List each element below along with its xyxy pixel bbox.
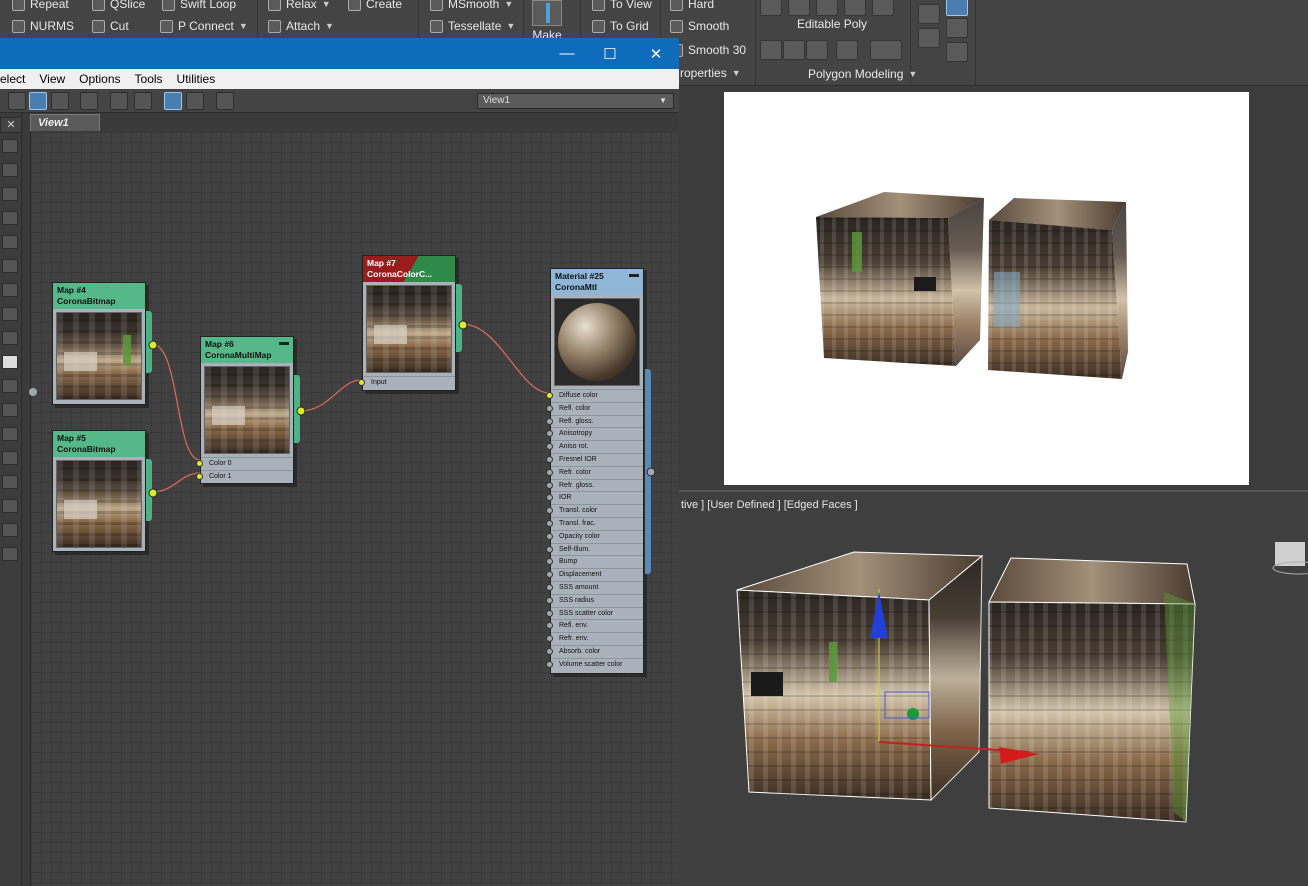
material-slot[interactable]: Fresnel IOR: [546, 452, 643, 466]
input-socket[interactable]: [546, 635, 553, 643]
slot-color-1[interactable]: Color 1: [196, 469, 293, 483]
input-socket[interactable]: [358, 379, 365, 386]
material-slot[interactable]: SSS scatter color: [546, 606, 643, 620]
border-mode-button[interactable]: [816, 0, 838, 16]
material-slot[interactable]: Self-Illum.: [546, 542, 643, 556]
render-frame: [724, 92, 1249, 485]
material-slot[interactable]: Transl. frac.: [546, 516, 643, 530]
polygon-modeling-dropdown[interactable]: Polygon Modeling ▼: [808, 67, 917, 81]
modeling-tool-2[interactable]: [783, 40, 805, 60]
input-socket[interactable]: [546, 494, 553, 502]
vertex-mode-button[interactable]: [760, 0, 782, 16]
input-socket[interactable]: [546, 507, 553, 515]
input-socket[interactable]: [546, 417, 553, 425]
input-socket[interactable]: [546, 455, 553, 463]
collapse-icon[interactable]: ▬: [629, 269, 639, 280]
material-slot[interactable]: SSS radius: [546, 593, 643, 607]
input-socket[interactable]: [546, 558, 553, 566]
editable-poly-label: Editable Poly: [797, 17, 868, 31]
multimap-thumbnail: [204, 366, 290, 454]
input-socket[interactable]: [546, 430, 553, 438]
input-socket[interactable]: [546, 596, 553, 604]
node-material25[interactable]: ▬ Material #25 CoronaMtl Diffuse color Re…: [546, 268, 651, 674]
material-slot[interactable]: Refr. env.: [546, 632, 643, 645]
material-slot[interactable]: Absorb. color: [546, 644, 643, 658]
material-slot[interactable]: Refl. gloss.: [546, 414, 643, 428]
input-socket[interactable]: [196, 460, 203, 467]
material-slot[interactable]: Aniso rot.: [546, 440, 643, 453]
node-map7[interactable]: Map #7 CoronaColorC... Input: [358, 255, 462, 391]
polygon-mode-button[interactable]: [844, 0, 866, 16]
input-socket[interactable]: [546, 609, 553, 617]
node-map4-header[interactable]: Map #4 CoronaBitmap: [53, 283, 145, 309]
node-map5[interactable]: Map #5 CoronaBitmap: [52, 430, 152, 552]
node-map6[interactable]: ▬ Map #6 CoronaMultiMap Color 0 Color 1: [196, 336, 300, 484]
input-socket[interactable]: [546, 583, 553, 591]
input-socket[interactable]: [546, 571, 553, 579]
chevron-down-icon: ▼: [731, 68, 741, 78]
node-material25-header[interactable]: ▬ Material #25 CoronaMtl: [551, 269, 643, 295]
input-socket[interactable]: [546, 545, 553, 553]
slot-color-0[interactable]: Color 0: [196, 457, 293, 470]
material-slots: Diffuse color Refl. color Refl. gloss. Anis…: [546, 389, 643, 671]
node-output-bar: [456, 284, 462, 352]
node-map5-header[interactable]: Map #5 CoronaBitmap: [53, 431, 145, 457]
side-tool-3[interactable]: [946, 0, 968, 16]
slot-input[interactable]: Input: [358, 376, 455, 389]
node-map4[interactable]: Map #4 CoronaBitmap: [52, 282, 152, 405]
material-slot[interactable]: Opacity color: [546, 529, 643, 543]
edge-mode-button[interactable]: [788, 0, 810, 16]
modeling-tool-4[interactable]: [836, 40, 858, 60]
input-socket[interactable]: [196, 472, 203, 480]
colorcorrect-thumbnail: [366, 285, 452, 373]
material-sphere: [558, 303, 636, 381]
input-socket[interactable]: [546, 532, 553, 540]
input-socket[interactable]: [546, 519, 553, 527]
material-slot[interactable]: Refl. color: [546, 401, 643, 415]
modeling-tool-5[interactable]: [870, 40, 902, 60]
material-slot[interactable]: Displacement: [546, 568, 643, 581]
node-map6-header[interactable]: ▬ Map #6 CoronaMultiMap: [201, 337, 293, 363]
material-slot[interactable]: Refr. color: [546, 465, 643, 479]
side-tool-1[interactable]: [918, 4, 940, 24]
input-socket[interactable]: [546, 443, 553, 451]
input-socket[interactable]: [546, 660, 553, 668]
properties-dropdown[interactable]: roperties ▼: [680, 66, 741, 80]
rendered-cubes: [816, 192, 1128, 379]
input-socket[interactable]: [546, 622, 553, 630]
material-preview: [554, 298, 640, 386]
side-tool-5[interactable]: [946, 42, 968, 62]
input-socket[interactable]: [546, 392, 553, 399]
side-tool-4[interactable]: [946, 18, 968, 38]
input-socket[interactable]: [546, 404, 553, 412]
material-slot[interactable]: IOR: [546, 491, 643, 504]
viewport-scene: [736, 542, 1308, 823]
collapse-icon[interactable]: ▬: [279, 337, 289, 348]
material-slot[interactable]: Transl. color: [546, 504, 643, 517]
material-slot[interactable]: Bump: [546, 555, 643, 568]
modeling-tool-3[interactable]: [806, 40, 828, 60]
bitmap-thumbnail: [56, 460, 142, 548]
material-slot[interactable]: Refr. gloss.: [546, 478, 643, 492]
input-socket[interactable]: [546, 647, 553, 655]
input-socket[interactable]: [546, 481, 553, 489]
side-tool-2[interactable]: [918, 28, 940, 48]
material-slot[interactable]: Volume scatter color: [546, 657, 643, 671]
material-slot[interactable]: Diffuse color: [546, 389, 643, 402]
smooth-30-button[interactable]: Smooth 30: [670, 43, 746, 57]
node-map7-header[interactable]: Map #7 CoronaColorC...: [363, 256, 455, 282]
bitmap-thumbnail: [56, 312, 142, 400]
chevron-down-icon: ▼: [908, 69, 918, 79]
element-mode-button[interactable]: [872, 0, 894, 16]
input-socket[interactable]: [546, 468, 553, 476]
modeling-tool-1[interactable]: [760, 40, 782, 60]
material-slot[interactable]: Refl. env.: [546, 619, 643, 632]
material-slot[interactable]: Anisotropy: [546, 427, 643, 440]
material-slot[interactable]: SSS amount: [546, 580, 643, 594]
